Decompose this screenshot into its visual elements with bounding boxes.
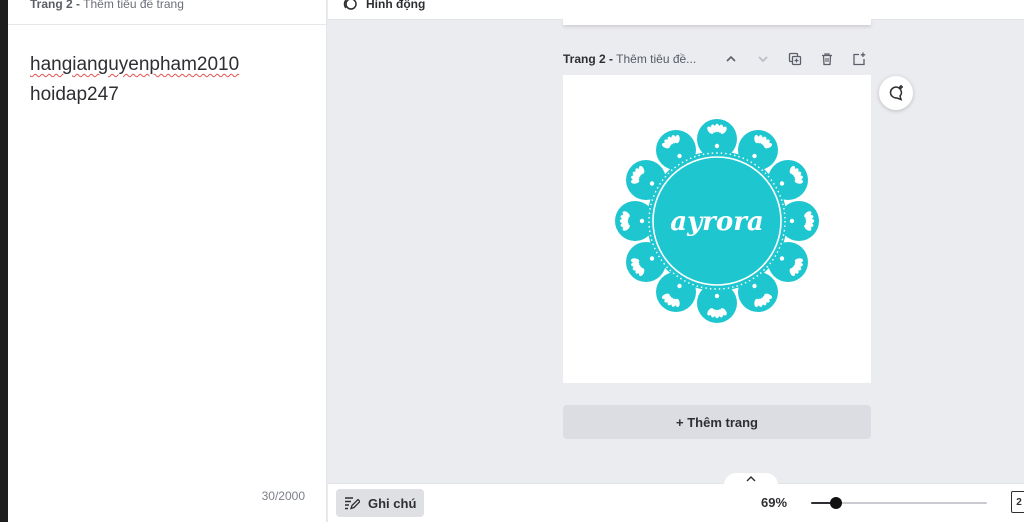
lace-dot bbox=[649, 256, 655, 261]
comment-add-icon bbox=[889, 85, 903, 101]
window-edge bbox=[0, 0, 8, 522]
lace-dot bbox=[649, 181, 655, 186]
notes-textarea[interactable]: hangianguyenpham2010 hoidap247 bbox=[30, 50, 239, 110]
notes-page-header: Trang 2 - Thêm tiêu đề trang bbox=[30, 0, 184, 11]
editor-frame: Trang 2 - Thêm tiêu đề trang hangianguye… bbox=[8, 0, 1024, 522]
zoom-slider[interactable] bbox=[811, 497, 987, 509]
logo-wordmark: ayrora bbox=[670, 207, 764, 237]
notes-divider bbox=[8, 24, 327, 25]
bottom-bar: Ghi chú 69% 2 bbox=[328, 473, 1024, 522]
collapse-pages-button[interactable] bbox=[724, 473, 778, 485]
chevron-up-icon bbox=[726, 55, 736, 62]
trash-icon bbox=[822, 53, 832, 66]
top-toolbar: Hình động bbox=[328, 0, 1024, 20]
duplicate-page-button[interactable] bbox=[783, 48, 807, 70]
add-comment-button[interactable] bbox=[879, 76, 913, 110]
page-tools bbox=[719, 48, 871, 70]
notes-button[interactable]: Ghi chú bbox=[336, 489, 424, 517]
lace-dot bbox=[677, 283, 682, 289]
zoom-slider-handle[interactable] bbox=[829, 497, 842, 509]
notes-line: hangianguyenpham2010 bbox=[30, 54, 240, 75]
notes-panel: Trang 2 - Thêm tiêu đề trang hangianguye… bbox=[8, 0, 327, 522]
delete-page-button[interactable] bbox=[815, 48, 839, 70]
lace-dot bbox=[779, 256, 785, 261]
add-page-icon bbox=[853, 52, 866, 66]
lace-dot bbox=[639, 218, 645, 224]
page-count-button[interactable]: 2 bbox=[1011, 491, 1024, 513]
animate-icon bbox=[343, 0, 357, 10]
duplicate-icon bbox=[788, 52, 802, 66]
move-page-up-button[interactable] bbox=[719, 48, 743, 70]
chevron-up-icon bbox=[746, 476, 756, 482]
animate-label: Hình động bbox=[366, 0, 426, 11]
lace-dot bbox=[714, 143, 720, 149]
chevron-down-icon bbox=[758, 56, 768, 63]
page-title-placeholder: Thêm tiêu đề... bbox=[616, 52, 697, 66]
lace-dot bbox=[752, 153, 757, 159]
notes-icon bbox=[345, 497, 360, 510]
notes-page-number: Trang 2 - bbox=[30, 0, 81, 11]
notes-button-label: Ghi chú bbox=[368, 495, 417, 511]
page-number: Trang 2 - bbox=[563, 52, 614, 66]
lace-dot bbox=[779, 181, 785, 186]
notes-char-counter: 30/2000 bbox=[261, 489, 305, 503]
notes-line: hoidap247 bbox=[30, 84, 119, 105]
lace-dot bbox=[752, 283, 757, 289]
page-header: Trang 2 - Thêm tiêu đề... bbox=[563, 48, 871, 70]
zoom-percentage[interactable]: 69% bbox=[761, 495, 787, 510]
animate-button[interactable]: Hình động bbox=[342, 0, 425, 12]
lace-badge-logo[interactable]: ayrora bbox=[563, 75, 871, 383]
lace-dot bbox=[714, 293, 720, 299]
previous-page-edge bbox=[563, 19, 871, 25]
add-page-after-button[interactable] bbox=[847, 48, 871, 70]
move-page-down-button[interactable] bbox=[751, 48, 775, 70]
lace-dot bbox=[677, 153, 682, 159]
notes-page-title: Thêm tiêu đề trang bbox=[83, 0, 184, 11]
design-page[interactable]: ayrora bbox=[563, 75, 871, 383]
page-title[interactable]: Trang 2 - Thêm tiêu đề... bbox=[563, 52, 696, 66]
lace-dot bbox=[789, 218, 795, 224]
add-page-button[interactable]: + Thêm trang bbox=[563, 405, 871, 439]
